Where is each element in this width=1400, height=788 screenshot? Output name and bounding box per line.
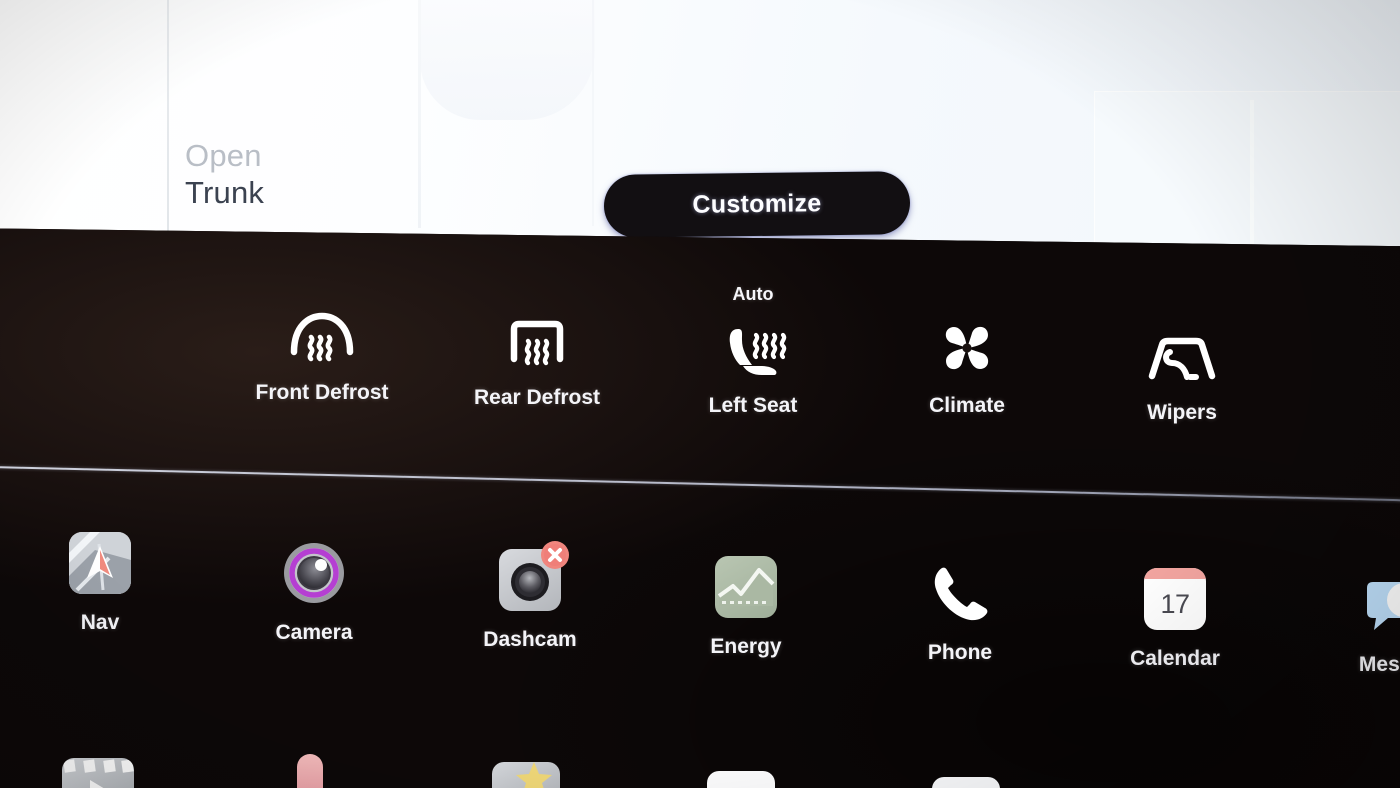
dashcam-icon — [499, 537, 569, 611]
rear-defrost-icon — [506, 299, 568, 373]
rear-defrost-label: Rear Defrost — [473, 386, 601, 409]
app-launcher-row: Nav Camera Dashcam Energy Phone 17 Calen… — [0, 512, 1400, 687]
car-render-edge — [1250, 100, 1254, 265]
star-tile-icon[interactable] — [492, 762, 560, 788]
wiper-icon — [1146, 314, 1218, 388]
app-energy[interactable]: Energy — [671, 544, 821, 659]
open-trunk-control[interactable]: Open Trunk — [185, 138, 264, 211]
video-clapperboard-icon[interactable] — [62, 758, 134, 788]
app-messages[interactable]: Messa — [1316, 562, 1400, 677]
left-seat-heater-button[interactable]: Auto Left Seat — [678, 284, 828, 418]
open-trunk-label-line2: Trunk — [185, 174, 265, 210]
error-x-badge — [541, 541, 569, 569]
front-defrost-button[interactable]: Front Defrost — [247, 294, 397, 405]
app-nav[interactable]: Nav — [25, 520, 175, 635]
app-messages-label: Messa — [1358, 653, 1400, 676]
rear-defrost-button[interactable]: Rear Defrost — [462, 299, 612, 410]
app-camera-label: Camera — [275, 621, 353, 644]
calendar-header-bar — [1144, 568, 1206, 579]
app-dashcam-label: Dashcam — [483, 628, 577, 651]
heated-seat-icon — [716, 307, 790, 381]
phone-handset-icon — [929, 550, 991, 624]
camera-lens-icon — [283, 530, 345, 604]
white-tile-icon[interactable] — [707, 771, 775, 788]
app-nav-label: Nav — [80, 611, 120, 634]
messages-bubble-icon — [1360, 562, 1400, 636]
app-launcher-row-partial — [0, 740, 1400, 788]
car-render-highlight — [420, 0, 595, 120]
app-calendar-label: Calendar — [1130, 647, 1220, 670]
app-camera[interactable]: Camera — [239, 530, 389, 645]
vertical-divider-secondary — [418, 0, 421, 228]
climate-button[interactable]: Climate — [892, 307, 1042, 418]
left-seat-label: Left Seat — [708, 394, 798, 417]
calendar-date-number: 17 — [1160, 589, 1190, 619]
open-trunk-label-line1: Open — [185, 138, 262, 173]
customize-button-label: Customize — [692, 189, 822, 219]
app-calendar[interactable]: 17 Calendar — [1100, 556, 1250, 671]
app-energy-label: Energy — [710, 635, 782, 658]
front-defrost-icon — [287, 294, 357, 368]
vertical-divider-tertiary — [592, 0, 594, 226]
fan-icon — [934, 307, 1000, 381]
vehicle-touchscreen: Open Trunk Customize Front Defrost Rear … — [0, 0, 1400, 788]
vertical-divider — [167, 0, 169, 235]
climate-label: Climate — [929, 394, 1005, 417]
wipers-label: Wipers — [1147, 401, 1217, 424]
left-seat-state-label: Auto — [732, 284, 774, 304]
climate-controls-row: Front Defrost Rear Defrost Auto Left Sea… — [0, 272, 1400, 462]
app-phone-label: Phone — [927, 641, 993, 664]
pink-dot-icon[interactable] — [297, 754, 323, 788]
customize-button[interactable]: Customize — [603, 171, 911, 238]
energy-chart-icon — [715, 544, 777, 618]
nav-map-icon — [69, 520, 131, 594]
wipers-button[interactable]: Wipers — [1107, 314, 1257, 425]
app-dashcam[interactable]: Dashcam — [455, 537, 605, 652]
front-defrost-label: Front Defrost — [255, 381, 389, 404]
white-tile-icon[interactable] — [932, 777, 1000, 788]
calendar-icon: 17 — [1144, 556, 1206, 630]
app-phone[interactable]: Phone — [885, 550, 1035, 665]
